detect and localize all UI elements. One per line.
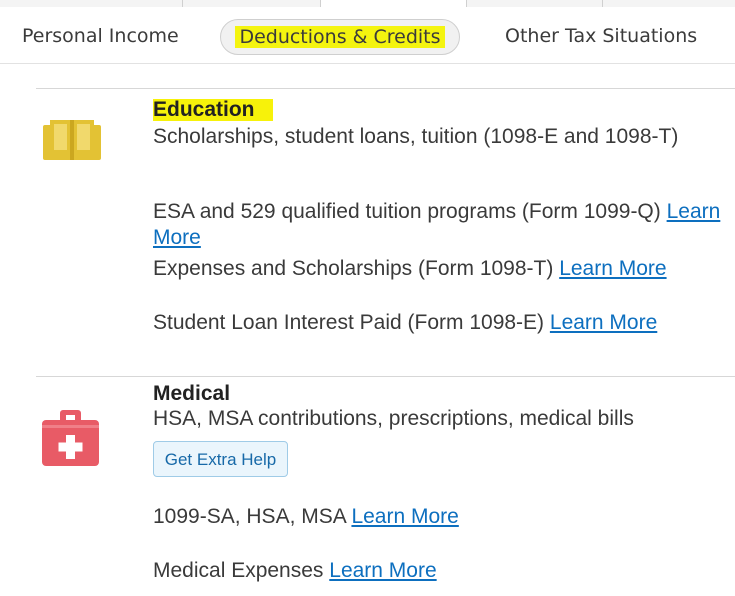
medical-item-expenses: Medical Expenses Learn More [153, 558, 723, 584]
learn-more-link[interactable]: Learn More [329, 559, 436, 582]
section-divider [36, 376, 735, 377]
tab-deductions-credits[interactable]: Deductions & Credits [220, 19, 460, 55]
tab-other-tax-situations[interactable]: Other Tax Situations [505, 19, 697, 53]
learn-more-link[interactable]: Learn More [351, 505, 458, 528]
learn-more-link[interactable]: Learn More [559, 257, 666, 280]
education-title: Education [153, 99, 273, 121]
section-divider [36, 88, 735, 89]
item-label: ESA and 529 qualified tuition programs (… [153, 200, 661, 223]
item-label: Expenses and Scholarships (Form 1098-T) [153, 257, 554, 280]
item-label: Medical Expenses [153, 559, 324, 582]
item-label: 1099-SA, HSA, MSA [153, 505, 346, 528]
education-description: Scholarships, student loans, tuition (10… [153, 125, 679, 148]
education-item-1098t: Expenses and Scholarships (Form 1098-T) … [153, 256, 723, 282]
book-icon [43, 120, 101, 169]
top-tab-segment[interactable] [182, 0, 321, 7]
tab-label: Deductions & Credits [235, 26, 445, 48]
top-tab-segment[interactable] [602, 0, 735, 7]
top-tab-segment-active[interactable] [320, 0, 467, 7]
medical-description: HSA, MSA contributions, prescriptions, m… [153, 407, 634, 430]
medical-item-1099sa: 1099-SA, HSA, MSA Learn More [153, 504, 723, 530]
category-tabs: Personal Income Deductions & Credits Oth… [0, 7, 735, 64]
education-item-1098e: Student Loan Interest Paid (Form 1098-E)… [153, 310, 723, 336]
tab-personal-income[interactable]: Personal Income [22, 19, 179, 53]
education-item-esa-529: ESA and 529 qualified tuition programs (… [153, 199, 723, 251]
item-label: Student Loan Interest Paid (Form 1098-E) [153, 311, 545, 334]
top-tab-segment[interactable] [466, 0, 603, 7]
top-tab-strip [0, 0, 735, 7]
learn-more-link[interactable]: Learn More [550, 311, 657, 334]
medical-title: Medical [153, 382, 231, 405]
get-extra-help-button[interactable]: Get Extra Help [153, 441, 288, 477]
medical-kit-icon [42, 410, 99, 471]
